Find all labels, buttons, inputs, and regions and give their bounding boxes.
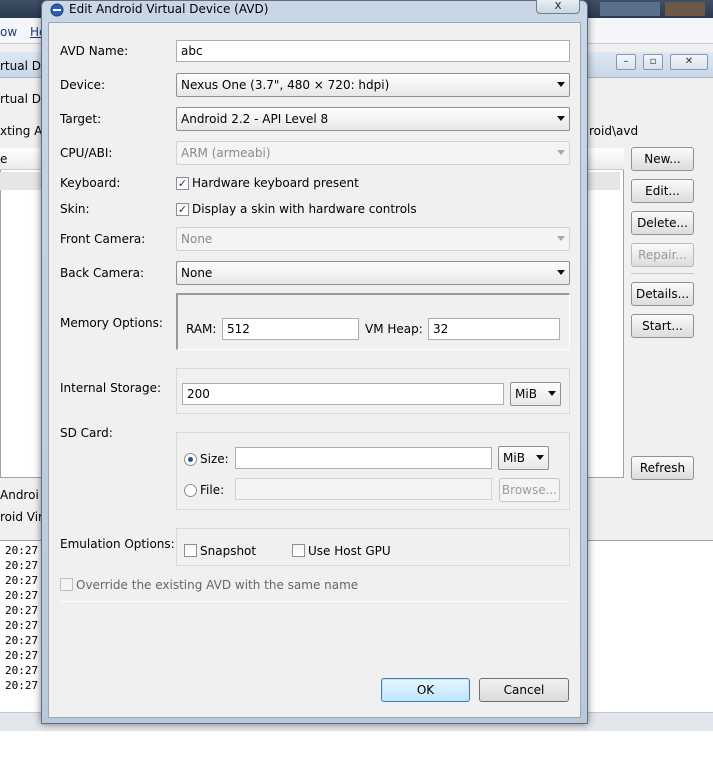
device-select[interactable]: Nexus One (3.7", 480 × 720: hdpi) xyxy=(176,73,570,97)
chevron-down-icon xyxy=(557,116,565,121)
console-line: 20:27 xyxy=(5,679,39,692)
dialog-separator xyxy=(60,601,570,602)
refresh-button[interactable]: Refresh xyxy=(631,456,694,480)
chevron-down-icon xyxy=(557,150,565,155)
avd-path-right: roid\avd xyxy=(589,124,639,138)
restore-icon[interactable]: ▫ xyxy=(643,54,663,70)
target-select[interactable]: Android 2.2 - API Level 8 xyxy=(176,107,570,131)
cpu-abi-label: CPU/ABI: xyxy=(60,146,113,160)
emulation-options-label: Emulation Options: xyxy=(60,537,175,551)
skin-checkbox-label: Display a skin with hardware controls xyxy=(192,202,417,216)
target-label: Target: xyxy=(60,112,102,126)
sd-file-radio[interactable] xyxy=(184,484,197,497)
back-camera-label: Back Camera: xyxy=(60,266,145,280)
device-select-value: Nexus One (3.7", 480 × 720: hdpi) xyxy=(181,78,390,92)
button-separator xyxy=(631,273,694,274)
edit-avd-button[interactable]: Edit... xyxy=(631,179,694,203)
chevron-down-icon xyxy=(557,236,565,241)
memory-options-label: Memory Options: xyxy=(60,316,163,330)
avd-table-header-label: e xyxy=(0,152,8,166)
sd-file-input[interactable] xyxy=(235,478,492,500)
chevron-down-icon xyxy=(557,82,565,87)
use-host-gpu-label: Use Host GPU xyxy=(308,544,391,558)
sd-card-label: SD Card: xyxy=(60,426,113,440)
details-avd-button[interactable]: Details... xyxy=(631,282,694,306)
internal-storage-input[interactable]: 200 xyxy=(182,383,504,405)
device-label: Device: xyxy=(60,78,106,92)
keyboard-checkbox[interactable]: ✓ xyxy=(176,177,189,190)
internal-storage-unit-value: MiB xyxy=(515,387,537,401)
internal-storage-label: Internal Storage: xyxy=(60,381,162,395)
console-line: 20:27 xyxy=(5,634,39,647)
keyboard-checkbox-label: Hardware keyboard present xyxy=(192,176,359,190)
console-line: 20:27 xyxy=(5,604,39,617)
sd-size-label: Size: xyxy=(200,452,229,466)
target-select-value: Android 2.2 - API Level 8 xyxy=(181,112,329,126)
sd-size-unit-select[interactable]: MiB xyxy=(498,446,549,470)
front-camera-label: Front Camera: xyxy=(60,232,146,246)
override-checkbox[interactable] xyxy=(60,578,73,591)
sd-size-radio[interactable] xyxy=(184,453,197,466)
back-camera-select[interactable]: None xyxy=(176,261,570,285)
android-sdk-icon xyxy=(50,3,64,17)
dialog-close-icon[interactable]: x xyxy=(536,0,580,14)
sd-size-unit-value: MiB xyxy=(503,451,525,465)
chevron-down-icon xyxy=(536,455,544,460)
dialog-title: Edit Android Virtual Device (AVD) xyxy=(69,2,269,16)
keyboard-label: Keyboard: xyxy=(60,176,121,190)
avd-name-label: AVD Name: xyxy=(60,44,129,58)
ram-input[interactable]: 512 xyxy=(222,318,359,340)
chevron-down-icon xyxy=(557,270,565,275)
menu-window[interactable]: ow xyxy=(0,25,17,39)
delete-avd-button[interactable]: Delete... xyxy=(631,211,694,235)
ok-button[interactable]: OK xyxy=(381,678,470,702)
skin-label: Skin: xyxy=(60,202,90,216)
chevron-down-icon xyxy=(548,391,556,396)
console-line: 20:27 xyxy=(5,664,39,677)
browse-button[interactable]: Browse... xyxy=(499,478,560,502)
cpu-abi-select-value: ARM (armeabi) xyxy=(181,146,271,160)
console-line: 20:27 xyxy=(5,574,39,587)
window-close-icon[interactable]: ✕ xyxy=(670,54,708,70)
vm-heap-label: VM Heap: xyxy=(365,322,423,336)
snapshot-checkbox[interactable] xyxy=(184,544,197,557)
repair-avd-button[interactable]: Repair... xyxy=(631,243,694,267)
front-camera-select[interactable]: None xyxy=(176,227,570,251)
cancel-button[interactable]: Cancel xyxy=(479,678,569,702)
use-host-gpu-checkbox[interactable] xyxy=(292,544,305,557)
minimize-icon[interactable]: – xyxy=(616,54,636,70)
console-line: 20:27 xyxy=(5,619,39,632)
vm-heap-input[interactable]: 32 xyxy=(428,318,560,340)
list-item: Androi xyxy=(0,488,39,502)
skin-checkbox[interactable]: ✓ xyxy=(176,203,189,216)
front-camera-select-value: None xyxy=(181,232,213,246)
new-avd-button[interactable]: New... xyxy=(631,147,694,171)
override-label: Override the existing AVD with the same … xyxy=(76,578,359,592)
cpu-abi-select[interactable]: ARM (armeabi) xyxy=(176,141,570,165)
console-line: 20:27 xyxy=(5,544,39,557)
sd-size-input[interactable] xyxy=(235,447,492,469)
console-line: 20:27 xyxy=(5,559,39,572)
start-avd-button[interactable]: Start... xyxy=(631,314,694,338)
console-line: 20:27 xyxy=(5,589,39,602)
avd-name-input[interactable]: abc xyxy=(176,40,570,62)
internal-storage-unit-select[interactable]: MiB xyxy=(510,382,561,406)
console-line: 20:27 xyxy=(5,649,39,662)
sd-file-label: File: xyxy=(200,483,225,497)
ram-label: RAM: xyxy=(186,322,217,336)
back-camera-select-value: None xyxy=(181,266,213,280)
snapshot-label: Snapshot xyxy=(200,544,257,558)
